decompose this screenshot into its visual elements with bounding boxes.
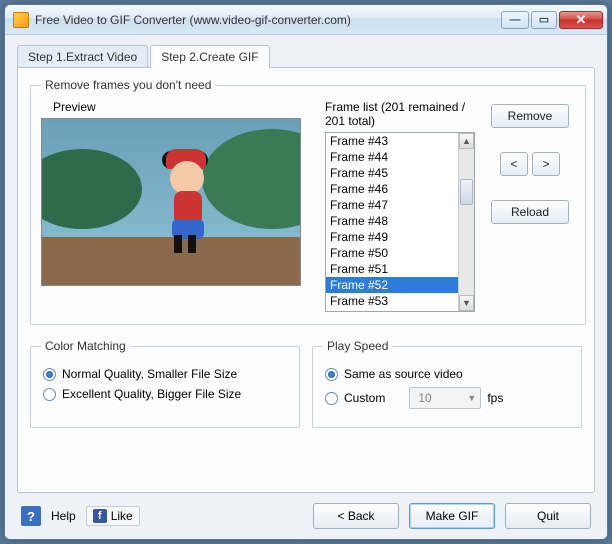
radio-same-speed[interactable]: Same as source video [325, 367, 569, 381]
radio-label: Same as source video [344, 367, 463, 381]
reload-button[interactable]: Reload [491, 200, 569, 224]
frame-list-item[interactable]: Frame #48 [326, 213, 458, 229]
remove-frames-legend: Remove frames you don't need [41, 78, 215, 92]
facebook-icon: f [93, 509, 107, 523]
frame-listbox[interactable]: Frame #43Frame #44Frame #45Frame #46Fram… [325, 132, 475, 312]
window-title: Free Video to GIF Converter (www.video-g… [35, 13, 501, 27]
play-speed-legend: Play Speed [323, 339, 392, 353]
tab-panel: Remove frames you don't need Preview [17, 67, 595, 493]
frame-list-item[interactable]: Frame #45 [326, 165, 458, 181]
like-label: Like [111, 509, 133, 523]
help-label[interactable]: Help [51, 509, 76, 523]
remove-frames-group: Remove frames you don't need Preview [30, 78, 586, 325]
remove-button[interactable]: Remove [491, 104, 569, 128]
frame-list-item[interactable]: Frame #44 [326, 149, 458, 165]
scroll-thumb[interactable] [460, 179, 473, 205]
fps-value: 10 [418, 391, 431, 405]
titlebar: Free Video to GIF Converter (www.video-g… [5, 5, 607, 35]
radio-icon [43, 388, 56, 401]
color-matching-legend: Color Matching [41, 339, 130, 353]
frame-list-item[interactable]: Frame #43 [326, 133, 458, 149]
preview-image [41, 118, 301, 286]
minimize-button[interactable]: — [501, 11, 529, 29]
radio-icon [325, 368, 338, 381]
fps-combo[interactable]: 10 ▼ [409, 387, 481, 409]
frame-list-item[interactable]: Frame #49 [326, 229, 458, 245]
fps-unit: fps [487, 391, 503, 405]
tab-step1[interactable]: Step 1.Extract Video [17, 45, 148, 68]
frame-list-item[interactable]: Frame #46 [326, 181, 458, 197]
play-speed-group: Play Speed Same as source video Custom 1… [312, 339, 582, 428]
scroll-up-button[interactable]: ▲ [459, 133, 474, 149]
help-icon[interactable]: ? [21, 506, 41, 526]
listbox-scrollbar[interactable]: ▲ ▼ [458, 133, 474, 311]
quit-button[interactable]: Quit [505, 503, 591, 529]
radio-icon [43, 368, 56, 381]
frame-list-item[interactable]: Frame #54 [326, 309, 458, 311]
color-matching-group: Color Matching Normal Quality, Smaller F… [30, 339, 300, 428]
back-button[interactable]: < Back [313, 503, 399, 529]
app-window: Free Video to GIF Converter (www.video-g… [4, 4, 608, 540]
frame-list-item[interactable]: Frame #51 [326, 261, 458, 277]
app-icon [13, 12, 29, 28]
make-gif-button[interactable]: Make GIF [409, 503, 495, 529]
radio-excellent-quality[interactable]: Excellent Quality, Bigger File Size [43, 387, 287, 401]
radio-label: Excellent Quality, Bigger File Size [62, 387, 241, 401]
radio-label: Custom [344, 391, 385, 405]
chevron-down-icon: ▼ [467, 393, 476, 403]
prev-frame-button[interactable]: < [500, 152, 528, 176]
frame-list-item[interactable]: Frame #53 [326, 293, 458, 309]
tab-strip: Step 1.Extract Video Step 2.Create GIF [17, 45, 595, 68]
preview-label: Preview [53, 100, 321, 114]
frame-list-item[interactable]: Frame #52 [326, 277, 458, 293]
radio-normal-quality[interactable]: Normal Quality, Smaller File Size [43, 367, 287, 381]
radio-label: Normal Quality, Smaller File Size [62, 367, 237, 381]
frame-list-item[interactable]: Frame #47 [326, 197, 458, 213]
frame-list-item[interactable]: Frame #50 [326, 245, 458, 261]
frame-list-label: Frame list (201 remained / 201 total) [325, 100, 475, 128]
radio-icon [325, 392, 338, 405]
footer-bar: ? Help f Like < Back Make GIF Quit [17, 493, 595, 529]
scroll-down-button[interactable]: ▼ [459, 295, 474, 311]
radio-custom-speed[interactable]: Custom 10 ▼ fps [325, 387, 569, 409]
close-button[interactable]: ✕ [559, 11, 603, 29]
client-area: Step 1.Extract Video Step 2.Create GIF R… [5, 35, 607, 539]
maximize-button[interactable]: ▭ [531, 11, 557, 29]
next-frame-button[interactable]: > [532, 152, 560, 176]
like-button[interactable]: f Like [86, 506, 140, 526]
tab-step2[interactable]: Step 2.Create GIF [150, 45, 269, 68]
